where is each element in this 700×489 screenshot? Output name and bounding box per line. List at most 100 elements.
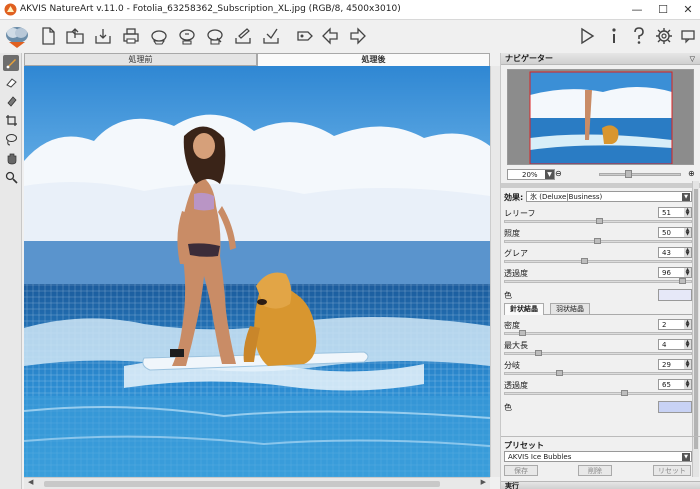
spinner-icon[interactable]: ▲ ▼: [684, 268, 691, 277]
right-panel: ナビゲーター ▽ 20% ▼ ⊖ ⊕ 効果: 氷 (Deluxe|Business…: [500, 53, 700, 489]
param-label: 照度: [504, 229, 520, 238]
param-slider[interactable]: [504, 352, 692, 355]
share-icon[interactable]: [148, 25, 170, 47]
image-canvas[interactable]: [24, 66, 490, 477]
color-swatch[interactable]: [658, 401, 692, 413]
param-slider[interactable]: [504, 260, 692, 263]
zoom-select[interactable]: 20% ▼: [507, 169, 555, 180]
load-settings-icon[interactable]: [232, 25, 254, 47]
undo-arrow-icon[interactable]: [320, 25, 342, 47]
lasso-tool-icon[interactable]: [3, 131, 19, 147]
spinner-icon[interactable]: ▲ ▼: [684, 248, 691, 257]
settings-scrollbar[interactable]: [692, 181, 699, 477]
scroll-right-icon[interactable]: ▶: [481, 478, 486, 486]
param-input[interactable]: 96 ▲ ▼: [658, 267, 692, 278]
param-label: 密度: [504, 321, 520, 330]
hand-tool-icon[interactable]: [3, 150, 19, 166]
param-slider-thumb[interactable]: [594, 238, 601, 244]
tab-after[interactable]: 処理後: [257, 53, 490, 66]
preset-select[interactable]: AKVIS Ice Bubbles ▼: [504, 451, 692, 462]
color-label: 色: [504, 291, 512, 300]
scroll-thumb[interactable]: [694, 189, 698, 449]
open-file-icon[interactable]: [64, 25, 86, 47]
spinner-icon[interactable]: ▲ ▼: [684, 340, 691, 349]
tab-needle-crystals[interactable]: 針状結晶: [504, 303, 544, 315]
spinner-icon[interactable]: ▲ ▼: [684, 208, 691, 217]
param-input[interactable]: 50 ▲ ▼: [658, 227, 692, 238]
stamp-tool-icon[interactable]: [3, 93, 19, 109]
param-slider-thumb[interactable]: [535, 350, 542, 356]
reset-preset-button[interactable]: リセット: [653, 465, 691, 476]
param-slider-thumb[interactable]: [519, 330, 526, 336]
param-branching: 分岐 29 ▲ ▼: [504, 359, 692, 379]
param-label: レリーフ: [504, 209, 536, 218]
brush-tool-icon[interactable]: [3, 55, 19, 71]
redo-arrow-icon[interactable]: [346, 25, 368, 47]
param-input[interactable]: 43 ▲ ▼: [658, 247, 692, 258]
chevron-down-icon[interactable]: ▼: [545, 170, 554, 179]
eraser-tool-icon[interactable]: [3, 74, 19, 90]
new-file-icon[interactable]: [37, 25, 59, 47]
param-slider-thumb[interactable]: [596, 218, 603, 224]
run-panel-header[interactable]: 実行: [501, 481, 700, 489]
save-preset-button[interactable]: 保存: [504, 465, 538, 476]
canvas-horizontal-scrollbar[interactable]: ◀ ▶: [24, 477, 490, 489]
help-icon[interactable]: [628, 25, 650, 47]
collapse-chevron-icon[interactable]: ▽: [690, 53, 695, 65]
param-value: 65: [662, 381, 671, 389]
crop-tool-icon[interactable]: [3, 112, 19, 128]
param-slider-thumb[interactable]: [556, 370, 563, 376]
batch-process-icon[interactable]: [176, 25, 198, 47]
tab-before[interactable]: 処理前: [24, 53, 257, 66]
minimize-button[interactable]: —: [629, 3, 645, 17]
gear-icon[interactable]: [653, 25, 675, 47]
param-slider[interactable]: [504, 392, 692, 395]
effect-row: 効果: 氷 (Deluxe|Business) ▼: [504, 191, 692, 203]
close-button[interactable]: ✕: [680, 3, 696, 17]
zoom-slider[interactable]: [599, 173, 681, 176]
print-icon[interactable]: [120, 25, 142, 47]
spinner-icon[interactable]: ▲ ▼: [684, 320, 691, 329]
spinner-icon[interactable]: ▲ ▼: [684, 380, 691, 389]
param-slider-thumb[interactable]: [679, 278, 686, 284]
tab-feather-crystals[interactable]: 羽状結晶: [550, 303, 590, 315]
zoom-tool-icon[interactable]: [3, 169, 19, 185]
chevron-down-icon[interactable]: ▼: [682, 193, 690, 201]
save-settings-icon[interactable]: [260, 25, 282, 47]
param-input[interactable]: 51 ▲ ▼: [658, 207, 692, 218]
param-slider[interactable]: [504, 332, 692, 335]
notification-icon[interactable]: [677, 25, 699, 47]
info-icon[interactable]: [603, 25, 625, 47]
param-input[interactable]: 2 ▲ ▼: [658, 319, 692, 330]
color-swatch[interactable]: [658, 289, 692, 301]
scroll-thumb[interactable]: [44, 481, 440, 487]
param-slider-thumb[interactable]: [581, 258, 588, 264]
param-value: 29: [662, 361, 671, 369]
zoom-in-icon[interactable]: ⊕: [688, 169, 695, 178]
param-input[interactable]: 65 ▲ ▼: [658, 379, 692, 390]
run-play-icon[interactable]: [576, 25, 598, 47]
zoom-value: 20%: [522, 171, 538, 179]
color-row: 色: [504, 289, 692, 302]
spinner-icon[interactable]: ▲ ▼: [684, 360, 691, 369]
save-icon[interactable]: [92, 25, 114, 47]
maximize-button[interactable]: ☐: [655, 3, 671, 17]
canvas-vertical-scrollbar[interactable]: [490, 66, 500, 477]
effect-select[interactable]: 氷 (Deluxe|Business) ▼: [526, 191, 692, 202]
zoom-out-icon[interactable]: ⊖: [555, 169, 562, 178]
param-input[interactable]: 4 ▲ ▼: [658, 339, 692, 350]
spinner-icon[interactable]: ▲ ▼: [684, 228, 691, 237]
navigator-preview[interactable]: [507, 69, 694, 165]
stamp-icon[interactable]: [294, 25, 316, 47]
param-slider[interactable]: [504, 280, 692, 283]
export-icon[interactable]: [204, 25, 226, 47]
param-input[interactable]: 29 ▲ ▼: [658, 359, 692, 370]
delete-preset-button[interactable]: 削除: [578, 465, 612, 476]
param-slider-thumb[interactable]: [621, 390, 628, 396]
chevron-down-icon[interactable]: ▼: [682, 453, 690, 461]
preset-divider: [501, 436, 700, 437]
scroll-left-icon[interactable]: ◀: [28, 478, 33, 486]
zoom-slider-thumb[interactable]: [625, 170, 632, 178]
navigator-header[interactable]: ナビゲーター ▽: [501, 53, 700, 65]
param-slider[interactable]: [504, 372, 692, 375]
